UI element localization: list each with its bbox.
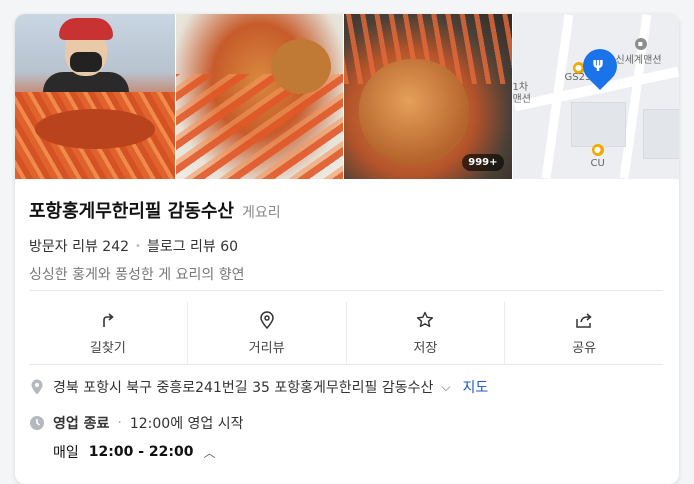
share-label: 공유 [572,340,597,356]
share-icon [576,312,592,328]
photo-owner-with-crab[interactable] [15,14,175,179]
hours-detail[interactable]: 매일 12:00 - 22:00 ︿ [53,442,663,462]
business-status-note: 12:00에 영업 시작 [129,416,244,432]
restaurant-icon: ψ [592,56,604,72]
map-thumbnail[interactable]: ▪ 신세계맨션 ● GS25 1차 맨션 ● CU ψ [512,14,679,179]
visitor-reviews-link[interactable]: 방문자 리뷰 242 [29,236,129,256]
blog-reviews-link[interactable]: 블로그 리뷰 60 [147,236,238,256]
hours-day: 매일 [53,445,79,461]
directions-button[interactable]: 길찾기 [29,302,187,364]
photo-crab-in-hand[interactable]: 999+ [344,14,512,179]
map-label: 신세계맨션 [615,55,662,66]
map-label: CU [590,158,605,169]
map-label: 맨션 [512,94,531,105]
map-link[interactable]: 지도 [462,377,488,397]
address-text[interactable]: 경북 포항시 북구 중흥로241번길 35 포항홍게무한리필 감동수산 [53,377,433,397]
photo-count-badge: 999+ [462,154,504,171]
street-view-button[interactable]: 거리뷰 [186,302,346,364]
business-hours-row: 영업 종료 · 12:00에 영업 시작 [29,412,663,434]
hours-range: 12:00 - 22:00 [88,444,194,460]
directions-icon [103,312,114,327]
chevron-up-icon[interactable]: ︿ [203,444,215,461]
place-card: 999+ ▪ 신세계맨션 ● GS25 1차 맨션 ● CU ψ 포항홍게무한리… [15,14,679,484]
place-details: 경북 포항시 북구 중흥로241번길 35 포항홍게무한리필 감동수산 ⌵ 지도… [29,376,663,462]
clock-icon [30,416,44,430]
location-icon [31,379,43,395]
save-label: 저장 [413,340,438,356]
directions-label: 길찾기 [89,340,126,356]
place-title[interactable]: 포항홍게무한리필 감동수산 [29,197,234,223]
action-bar: 길찾기 거리뷰 저장 공유 [29,302,663,364]
street-view-icon [259,310,274,329]
building-icon: ▪ [634,38,647,50]
convenience-store-icon: ● [591,144,604,156]
address-row: 경북 포항시 북구 중흥로241번길 35 포항홍게무한리필 감동수산 ⌵ 지도 [29,376,663,398]
photo-crab-platter[interactable] [175,14,344,179]
business-status: 영업 종료 [53,416,110,432]
review-summary: 방문자 리뷰 242 • 블로그 리뷰 60 [29,236,669,256]
separator-dot: · [117,415,122,431]
save-button[interactable]: 저장 [345,302,505,364]
share-button[interactable]: 공유 [504,302,663,364]
place-description: 싱싱한 홍게와 풍성한 게 요리의 향연 [29,267,245,283]
divider [29,290,663,291]
chevron-down-icon[interactable]: ⌵ [441,380,450,395]
place-category: 게요리 [242,205,281,221]
divider [29,364,663,365]
star-icon [417,311,434,327]
separator-dot: • [135,240,141,252]
street-view-label: 거리뷰 [248,340,285,356]
photo-strip[interactable]: 999+ ▪ 신세계맨션 ● GS25 1차 맨션 ● CU ψ [15,14,679,179]
place-info: 포항홍게무한리필 감동수산 게요리 방문자 리뷰 242 • 블로그 리뷰 60… [29,197,669,284]
